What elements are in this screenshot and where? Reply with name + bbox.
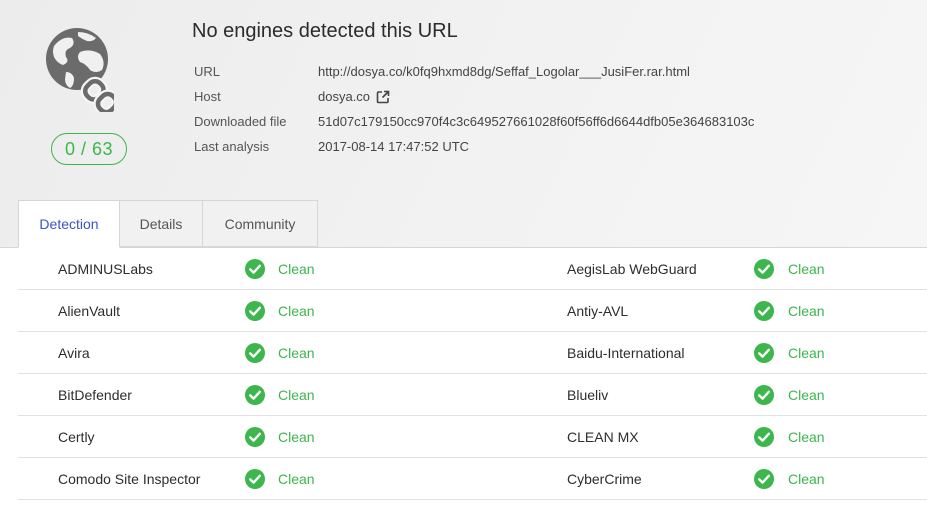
status-label: Clean [788,261,825,277]
status-icon-cell [245,374,265,416]
check-circle-icon [754,469,774,489]
table-row: Avira Clean Baidu-International Clean [18,332,927,374]
engine-name: ADMINUSLabs [58,261,153,277]
check-circle-icon [245,343,265,363]
table-row: ADMINUSLabs Clean AegisLab WebGuard Clean [18,248,927,290]
table-row: AlienVault Clean Antiy-AVL Clean [18,290,927,332]
status-label: Clean [278,429,315,445]
engine-name: Avira [58,345,90,361]
engine-name: Blueliv [567,387,609,403]
status-icon-cell [245,458,265,500]
detection-score: 0 / 63 [51,133,127,165]
host-value[interactable]: dosya.co [318,89,390,104]
tab-details[interactable]: Details [120,200,203,247]
status-label: Clean [788,471,825,487]
engine-name: BitDefender [58,387,132,403]
engine-name: Antiy-AVL [567,303,629,319]
check-circle-icon [754,427,774,447]
engine-name: CyberCrime [567,471,642,487]
status-label: Clean [788,429,825,445]
status-label: Clean [788,345,825,361]
external-link-icon[interactable] [376,90,390,104]
meta-row-url: URL http://dosya.co/k0fq9hxmd8dg/Seffaf_… [194,59,754,84]
status-label: Clean [788,387,825,403]
page-title: No engines detected this URL [192,20,458,42]
status-icon-cell [754,332,774,374]
tab-community[interactable]: Community [203,200,318,247]
status-icon-cell [754,458,774,500]
engine-name: Baidu-International [567,345,685,361]
status-icon-cell [245,416,265,458]
check-circle-icon [245,469,265,489]
metadata-table: URL http://dosya.co/k0fq9hxmd8dg/Seffaf_… [194,59,754,159]
meta-label: URL [194,64,221,79]
status-icon-cell [754,374,774,416]
engine-name: Comodo Site Inspector [58,471,201,487]
host-link[interactable]: dosya.co [318,89,370,104]
globe-link-icon [46,28,114,112]
status-icon-cell [245,332,265,374]
check-circle-icon [245,259,265,279]
meta-row-file: Downloaded file 51d07c179150cc970f4c3c64… [194,109,754,134]
tab-bar: Detection Details Community [18,200,318,248]
meta-label: Host [194,89,221,104]
status-icon-cell [754,416,774,458]
check-circle-icon [754,259,774,279]
status-label: Clean [278,303,315,319]
last-analysis-value: 2017-08-14 17:47:52 UTC [318,139,470,154]
table-row: Comodo Site Inspector Clean CyberCrime Clea… [18,458,927,500]
detection-results: ADMINUSLabs Clean AegisLab WebGuard Clean Al… [0,248,927,500]
status-label: Clean [278,471,315,487]
engine-name: Certly [58,429,95,445]
meta-label: Last analysis [194,139,270,154]
check-circle-icon [245,385,265,405]
check-circle-icon [754,385,774,405]
meta-row-host: Host dosya.co [194,84,754,109]
engine-name: AegisLab WebGuard [567,261,697,277]
status-label: Clean [278,345,315,361]
status-label: Clean [278,387,315,403]
engine-name: AlienVault [58,303,121,319]
check-circle-icon [245,301,265,321]
status-icon-cell [754,248,774,290]
status-icon-cell [754,290,774,332]
table-row: Certly Clean CLEAN MX Clean [18,416,927,458]
status-icon-cell [245,248,265,290]
engine-name: CLEAN MX [567,429,639,445]
status-icon-cell [245,290,265,332]
tab-detection[interactable]: Detection [18,200,120,248]
check-circle-icon [754,301,774,321]
url-value: http://dosya.co/k0fq9hxmd8dg/Seffaf_Logo… [318,64,690,79]
check-circle-icon [754,343,774,363]
check-circle-icon [245,427,265,447]
status-label: Clean [788,303,825,319]
status-label: Clean [278,261,315,277]
table-row: BitDefender Clean Blueliv Clean [18,374,927,416]
meta-label: Downloaded file [194,114,287,129]
downloaded-file-hash[interactable]: 51d07c179150cc970f4c3c649527661028f60f56… [318,114,754,129]
meta-row-analysis: Last analysis 2017-08-14 17:47:52 UTC [194,134,754,159]
